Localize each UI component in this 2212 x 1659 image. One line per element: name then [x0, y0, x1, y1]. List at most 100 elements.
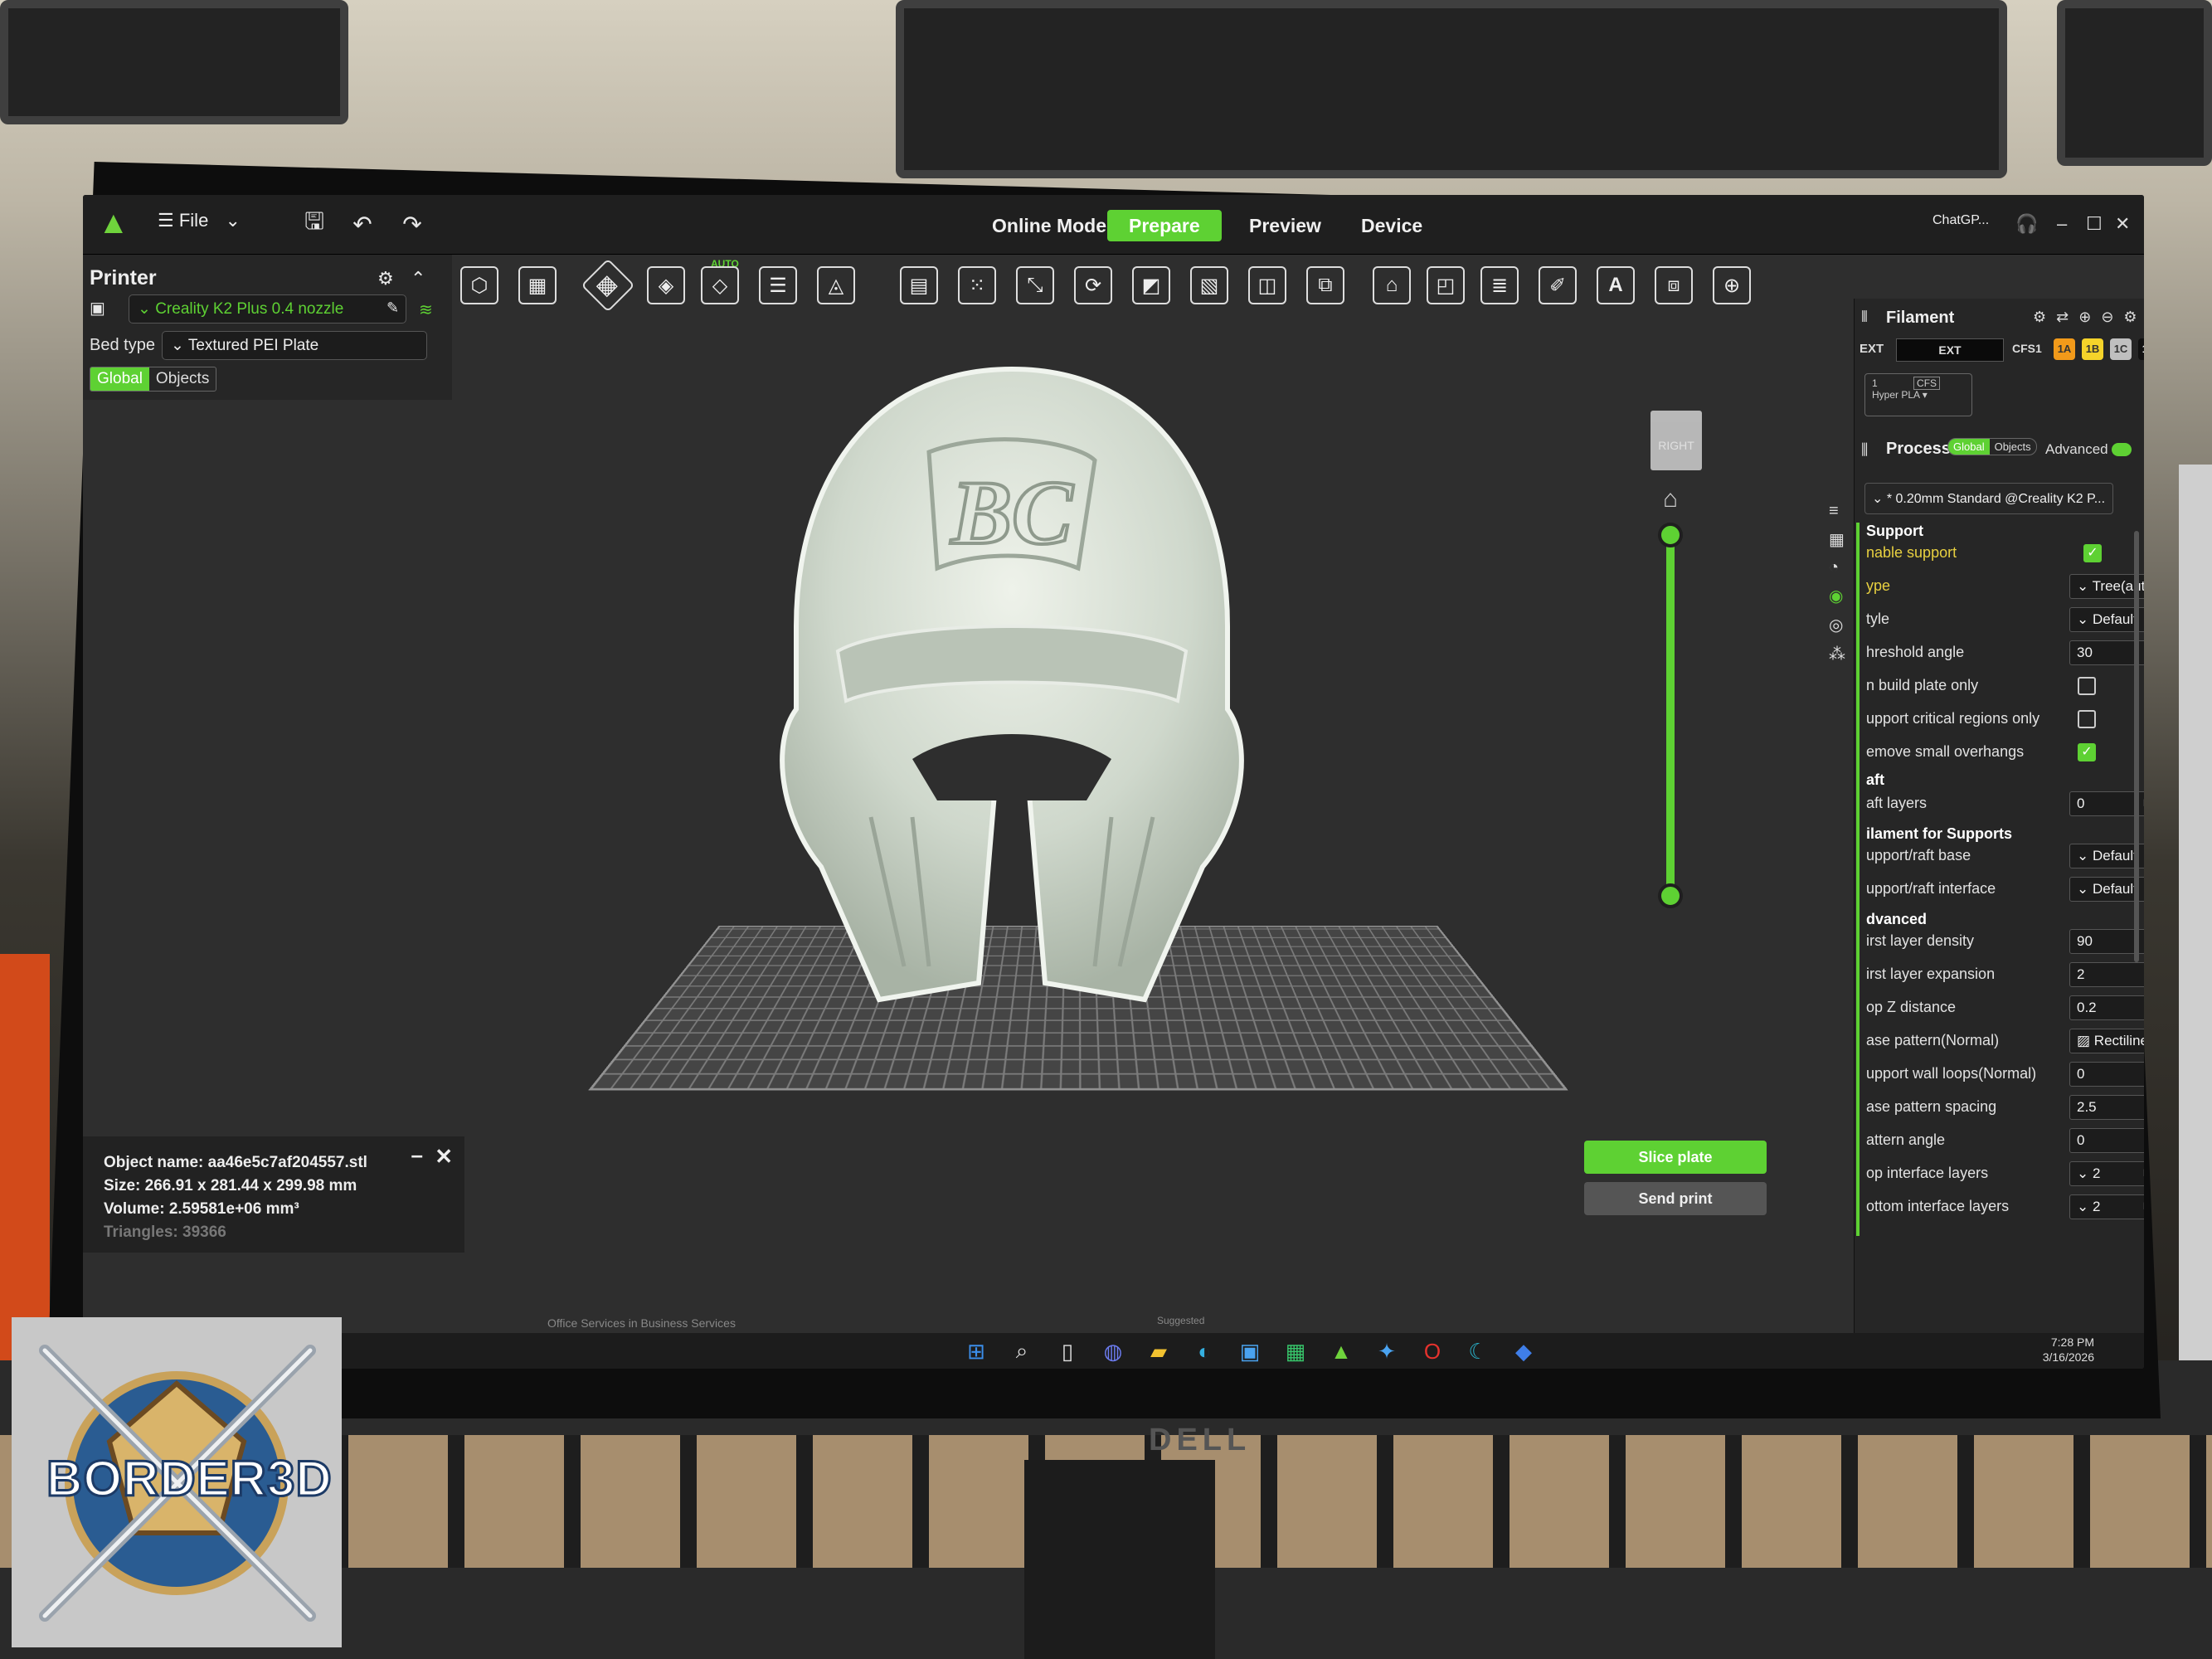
home-view-icon[interactable]: ⌂	[1663, 485, 1678, 513]
maximize-icon[interactable]: ☐	[2086, 213, 2103, 235]
arrange-icon[interactable]: ▩	[581, 258, 635, 313]
text-tool-icon[interactable]: A	[1597, 266, 1635, 304]
orient-icon[interactable]: ◈	[647, 266, 685, 304]
support-icon[interactable]: ◉	[1829, 586, 1854, 606]
modules-icon[interactable]: ⁂	[1829, 644, 1854, 664]
app-logo-icon[interactable]: ▲	[98, 207, 131, 240]
seam-icon[interactable]: ◰	[1427, 266, 1465, 304]
sheets-icon[interactable]: ▦	[1281, 1337, 1310, 1365]
opera-icon[interactable]: O	[1418, 1337, 1446, 1365]
bottom-iface-select[interactable]: ⌄ 2layers	[2069, 1194, 2144, 1219]
save-icon[interactable]: 🖫	[299, 208, 330, 240]
critical-checkbox[interactable]	[2078, 710, 2096, 728]
filament-slot[interactable]: 1 CFS Hyper PLA ▾	[1864, 373, 1972, 416]
top-iface-select[interactable]: ⌄ 2layers	[2069, 1161, 2144, 1186]
rotate-icon[interactable]: ⟳	[1074, 266, 1112, 304]
remove-small-checkbox[interactable]: ✓	[2078, 743, 2096, 761]
spacing-input[interactable]: 2.5mm	[2069, 1095, 2144, 1120]
brush-icon[interactable]: ✐	[1539, 266, 1577, 304]
close-info-icon[interactable]: ✕	[435, 1145, 453, 1168]
split-icon[interactable]: ⧉	[1306, 266, 1344, 304]
settings-scrollbar[interactable]	[2134, 531, 2139, 962]
cfs-settings-icon[interactable]: ⚙	[2033, 309, 2046, 326]
layer-slider[interactable]	[1666, 531, 1675, 896]
explorer-icon[interactable]: ▰	[1145, 1337, 1173, 1365]
build-plate-checkbox[interactable]	[2078, 677, 2096, 695]
sync-icon[interactable]: ⇄	[2056, 309, 2069, 326]
auto-orient-icon[interactable]: ◇	[701, 266, 739, 304]
ext-selector[interactable]: EXT	[1896, 338, 2004, 362]
paint-icon[interactable]: ◬	[817, 266, 855, 304]
cut-icon[interactable]: ◩	[1132, 266, 1170, 304]
base-select[interactable]: ⌄ Default	[2069, 844, 2144, 868]
remove-filament-icon[interactable]: ⊖	[2101, 309, 2113, 326]
send-print-button[interactable]: Send print	[1584, 1182, 1767, 1215]
raft-layers-input[interactable]: 0layers	[2069, 791, 2144, 816]
process-scope-global[interactable]: Global	[1948, 439, 1990, 455]
edge-icon[interactable]: ◐	[1190, 1337, 1218, 1365]
task-view-icon[interactable]: ▯	[1053, 1337, 1082, 1365]
style-select[interactable]: ⌄ Default	[2069, 607, 2144, 632]
list-icon[interactable]: ≡	[1829, 502, 1854, 521]
base-pattern-select[interactable]: ▨ Rectilinear	[2069, 1029, 2144, 1053]
tab-prepare[interactable]: Prepare	[1107, 210, 1222, 241]
threshold-input[interactable]: 30	[2069, 640, 2144, 665]
boolean-icon[interactable]: ◫	[1248, 266, 1286, 304]
layer-slider-bottom-handle[interactable]	[1658, 883, 1683, 908]
add-filament-icon[interactable]: ⊕	[2078, 309, 2091, 326]
edit-icon[interactable]: ✎	[386, 299, 399, 317]
helmet-model[interactable]: BC	[746, 353, 1277, 1041]
headset-icon[interactable]: 🎧	[2015, 213, 2038, 235]
tab-device[interactable]: Device	[1339, 210, 1444, 241]
creality-icon[interactable]: ▲	[1327, 1337, 1355, 1365]
cube-app-icon[interactable]: ◆	[1510, 1337, 1538, 1365]
gauge-icon[interactable]: ◔	[1829, 558, 1854, 577]
fl-density-input[interactable]: 90%	[2069, 929, 2144, 954]
minimize-icon[interactable]: –	[2057, 213, 2067, 235]
system-clock[interactable]: 7:28 PM 3/16/2026	[2043, 1335, 2094, 1365]
search-icon[interactable]: ⌕	[1008, 1337, 1036, 1365]
variable-layer-icon[interactable]: ≣	[1480, 266, 1519, 304]
cfs-slot-1a[interactable]: 1A	[2054, 338, 2075, 360]
wave-app-icon[interactable]: ☾	[1464, 1337, 1492, 1365]
add-cube-icon[interactable]: ⬡	[460, 266, 498, 304]
store-icon[interactable]: ▣	[1236, 1337, 1264, 1365]
process-scope-objects[interactable]: Objects	[1990, 439, 2036, 455]
tab-preview[interactable]: Preview	[1228, 210, 1343, 241]
assembly-icon[interactable]: ⧈	[1655, 266, 1693, 304]
cfs-slot-1b[interactable]: 1B	[2082, 338, 2103, 360]
advanced-toggle[interactable]	[2112, 443, 2132, 456]
minimize-info-icon[interactable]: –	[411, 1143, 423, 1166]
grid-select-icon[interactable]: ▤	[900, 266, 938, 304]
scale-icon[interactable]: ⤡	[1016, 266, 1054, 304]
redo-icon[interactable]: ↷	[396, 208, 428, 240]
layers-icon[interactable]: ☰	[759, 266, 797, 304]
file-menu-button[interactable]: ☰ File ⌄	[158, 210, 241, 231]
view-cube[interactable]: RIGHT	[1650, 411, 1702, 470]
measure-icon[interactable]: ⊕	[1713, 266, 1751, 304]
network-app-icon[interactable]: ✦	[1373, 1337, 1401, 1365]
process-preset-select[interactable]: ⌄ * 0.20mm Standard @Creality K2 P...	[1864, 483, 2113, 514]
topz-input[interactable]: 0.2mm	[2069, 995, 2144, 1020]
slice-plate-button[interactable]: Slice plate	[1584, 1141, 1767, 1174]
cfs-slot-1c[interactable]: 1C	[2110, 338, 2132, 360]
enable-support-checkbox[interactable]: ✓	[2083, 544, 2102, 562]
layer-slider-top-handle[interactable]	[1658, 523, 1683, 547]
wall-loops-input[interactable]: 0	[2069, 1062, 2144, 1087]
chat-icon[interactable]: ◍	[1099, 1337, 1127, 1365]
target-icon[interactable]: ◎	[1829, 615, 1854, 635]
table-icon[interactable]: ▦	[1829, 529, 1854, 550]
gear-icon[interactable]: ⚙	[377, 268, 394, 289]
start-icon[interactable]: ⊞	[962, 1337, 990, 1365]
filament-gear-icon[interactable]: ⚙	[2123, 309, 2137, 326]
undo-icon[interactable]: ↶	[347, 208, 378, 240]
pattern-angle-input[interactable]: 0	[2069, 1128, 2144, 1153]
fl-expansion-input[interactable]: 2mm	[2069, 962, 2144, 987]
support-paint-icon[interactable]: ⌂	[1373, 266, 1411, 304]
close-icon[interactable]: ✕	[2115, 213, 2130, 235]
add-plate-icon[interactable]: ▦	[518, 266, 557, 304]
mesh-icon[interactable]: ▧	[1190, 266, 1228, 304]
dotted-select-icon[interactable]: ⁙	[958, 266, 996, 304]
collapse-icon[interactable]: ⌃	[411, 268, 425, 289]
cfs-slot-1d[interactable]: 1D	[2138, 338, 2144, 360]
